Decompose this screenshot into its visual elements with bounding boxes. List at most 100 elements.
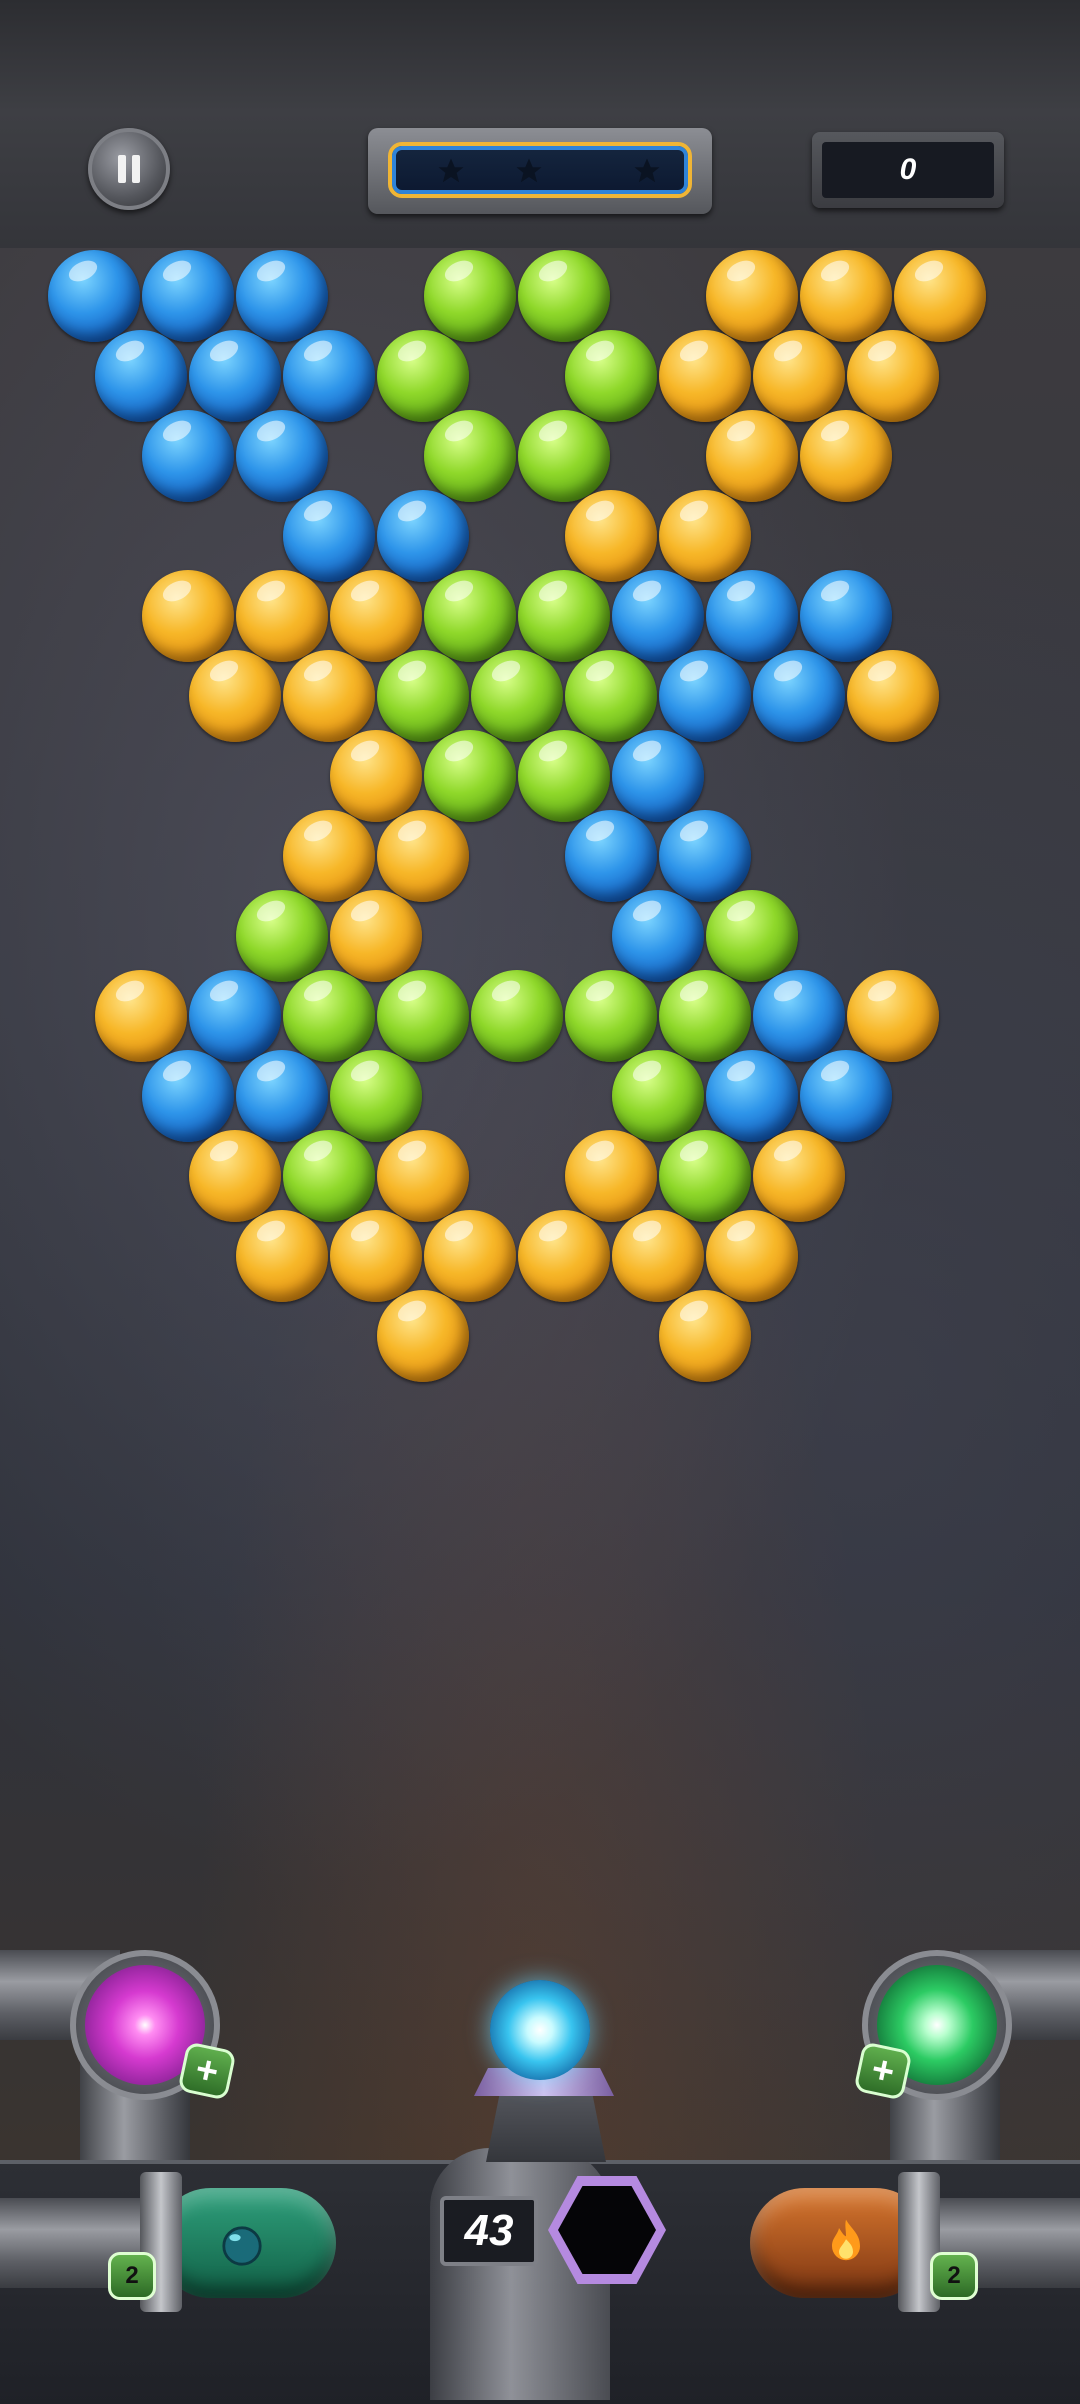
pause-icon bbox=[118, 155, 140, 183]
bubble-board[interactable] bbox=[0, 248, 1080, 2160]
green-bubble bbox=[377, 970, 469, 1062]
add-magenta-booster-button[interactable]: + bbox=[177, 2041, 237, 2101]
green-bubble bbox=[565, 650, 657, 742]
green-bubble bbox=[330, 1050, 422, 1142]
blue-bubble bbox=[48, 250, 140, 342]
score-display: 0 bbox=[812, 132, 1004, 208]
green-bubble bbox=[283, 970, 375, 1062]
yellow-bubble bbox=[518, 1210, 610, 1302]
yellow-bubble bbox=[847, 650, 939, 742]
green-bubble bbox=[659, 970, 751, 1062]
yellow-bubble bbox=[847, 330, 939, 422]
score-value: 0 bbox=[822, 142, 994, 198]
yellow-bubble bbox=[800, 250, 892, 342]
green-bubble bbox=[518, 730, 610, 822]
yellow-bubble bbox=[659, 490, 751, 582]
blue-bubble bbox=[283, 330, 375, 422]
blue-bubble bbox=[189, 330, 281, 422]
yellow-bubble bbox=[377, 1130, 469, 1222]
yellow-bubble bbox=[659, 1290, 751, 1382]
next-bubble-slot-empty bbox=[558, 2186, 656, 2274]
yellow-bubble bbox=[236, 1210, 328, 1302]
green-bubble bbox=[377, 330, 469, 422]
yellow-bubble bbox=[330, 1210, 422, 1302]
green-bubble bbox=[424, 410, 516, 502]
green-bubble bbox=[518, 410, 610, 502]
blue-bubble bbox=[95, 330, 187, 422]
blue-bubble bbox=[612, 570, 704, 662]
green-bubble bbox=[236, 890, 328, 982]
blue-bubble bbox=[612, 730, 704, 822]
yellow-bubble bbox=[565, 1130, 657, 1222]
blue-bubble bbox=[236, 410, 328, 502]
green-bubble bbox=[377, 650, 469, 742]
yellow-bubble bbox=[95, 970, 187, 1062]
top-bar: 0 bbox=[0, 0, 1080, 254]
yellow-bubble bbox=[283, 810, 375, 902]
blue-bubble bbox=[800, 570, 892, 662]
yellow-bubble bbox=[189, 650, 281, 742]
star-icon bbox=[634, 158, 660, 183]
bubble-capsule-booster[interactable] bbox=[156, 2188, 336, 2298]
blue-bubble bbox=[189, 970, 281, 1062]
green-bubble bbox=[706, 890, 798, 982]
star-icon bbox=[516, 158, 542, 183]
yellow-bubble bbox=[706, 250, 798, 342]
green-bubble bbox=[565, 970, 657, 1062]
yellow-bubble bbox=[659, 330, 751, 422]
blue-bubble bbox=[706, 570, 798, 662]
yellow-bubble bbox=[706, 410, 798, 502]
blue-bubble bbox=[142, 250, 234, 342]
green-bubble bbox=[518, 570, 610, 662]
blue-bubble bbox=[236, 1050, 328, 1142]
progress-track bbox=[388, 142, 692, 198]
blue-bubble bbox=[706, 1050, 798, 1142]
green-bubble bbox=[659, 1130, 751, 1222]
yellow-bubble bbox=[283, 650, 375, 742]
green-bubble bbox=[283, 1130, 375, 1222]
level-progress-bar bbox=[368, 128, 712, 214]
blue-bubble bbox=[377, 490, 469, 582]
blue-bubble bbox=[142, 1050, 234, 1142]
yellow-bubble bbox=[894, 250, 986, 342]
blue-bubble bbox=[659, 810, 751, 902]
pause-button[interactable] bbox=[88, 128, 170, 210]
right-booster-count: 2 bbox=[930, 2252, 978, 2300]
blue-bubble bbox=[283, 490, 375, 582]
yellow-bubble bbox=[612, 1210, 704, 1302]
yellow-bubble bbox=[142, 570, 234, 662]
yellow-bubble bbox=[189, 1130, 281, 1222]
yellow-bubble bbox=[330, 890, 422, 982]
green-bubble bbox=[471, 650, 563, 742]
blue-bubble bbox=[236, 250, 328, 342]
green-bubble bbox=[612, 1050, 704, 1142]
blue-bubble bbox=[612, 890, 704, 982]
green-bubble bbox=[471, 970, 563, 1062]
yellow-bubble bbox=[800, 410, 892, 502]
star-icon bbox=[438, 158, 464, 183]
blue-bubble bbox=[142, 410, 234, 502]
blue-bubble bbox=[800, 1050, 892, 1142]
shots-remaining: 43 bbox=[440, 2196, 538, 2266]
blue-bubble bbox=[659, 650, 751, 742]
blue-bubble bbox=[753, 650, 845, 742]
bubble-icon bbox=[222, 2226, 262, 2266]
yellow-bubble bbox=[706, 1210, 798, 1302]
green-bubble bbox=[565, 330, 657, 422]
green-bubble bbox=[424, 250, 516, 342]
yellow-bubble bbox=[565, 490, 657, 582]
green-bubble bbox=[424, 730, 516, 822]
yellow-bubble bbox=[753, 1130, 845, 1222]
blue-bubble bbox=[753, 970, 845, 1062]
fire-icon bbox=[832, 2219, 860, 2261]
green-bubble bbox=[424, 570, 516, 662]
yellow-bubble bbox=[330, 570, 422, 662]
green-bubble bbox=[518, 250, 610, 342]
yellow-bubble bbox=[377, 1290, 469, 1382]
yellow-bubble bbox=[377, 810, 469, 902]
yellow-bubble bbox=[330, 730, 422, 822]
add-green-booster-button[interactable]: + bbox=[853, 2041, 913, 2101]
blue-bubble bbox=[565, 810, 657, 902]
current-bubble[interactable] bbox=[490, 1980, 590, 2080]
yellow-bubble bbox=[236, 570, 328, 662]
